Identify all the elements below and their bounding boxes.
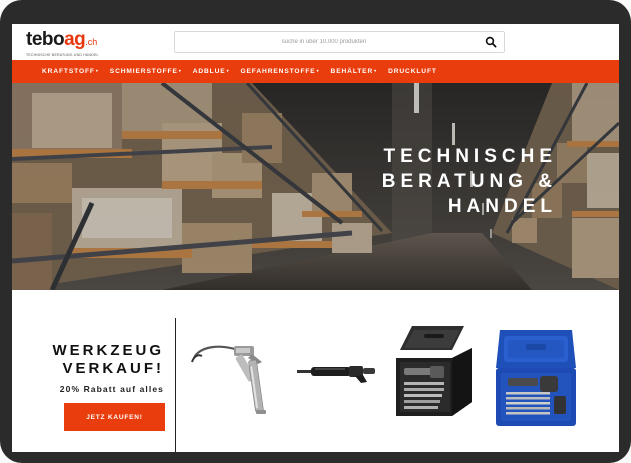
product-image-air-hammer[interactable] <box>295 360 379 384</box>
logo-tagline: TECHNISCHE BERATUNG UND HANDEL <box>26 53 99 57</box>
promo-text-block: WERKZEUG VERKAUF! 20% Rabatt auf alles J… <box>12 290 174 452</box>
nav-item-schmierstoffe[interactable]: SCHMIERSTOFFE ▾ <box>110 68 182 75</box>
hero-heading-line: HANDEL <box>447 196 557 217</box>
nav-label: ADBLUE <box>192 68 226 75</box>
hero-banner: TECHNISCHE BERATUNG & HANDEL <box>12 83 619 290</box>
promo-section: WERKZEUG VERKAUF! 20% Rabatt auf alles J… <box>12 290 619 452</box>
hero-heading-line: BERATUNG & <box>381 171 557 192</box>
nav-item-gefahrenstoffe[interactable]: GEFAHRENSTOFFE ▾ <box>240 68 319 75</box>
promo-divider <box>175 318 176 452</box>
site-logo[interactable]: teboag.ch TECHNISCHE BERATUNG UND HANDEL <box>26 30 99 57</box>
device-frame: teboag.ch TECHNISCHE BERATUNG UND HANDEL… <box>0 0 631 463</box>
logo-tld: .ch <box>85 37 98 47</box>
hero-heading-line: TECHNISCHE <box>383 146 557 167</box>
logo-text-black: tebo <box>26 29 65 50</box>
main-nav: KRAFTSTOFF ▾ SCHMIERSTOFFE ▾ ADBLUE ▾ GEFAH… <box>12 60 619 83</box>
chevron-down-icon: ▾ <box>178 68 182 73</box>
browser-screen: teboag.ch TECHNISCHE BERATUNG UND HANDEL… <box>12 24 619 452</box>
product-image-grease-gun[interactable] <box>190 336 276 416</box>
logo-text-red: ag <box>64 29 86 50</box>
nav-label: GEFAHRENSTOFFE <box>240 68 316 75</box>
nav-label: SCHMIERSTOFFE <box>109 68 178 75</box>
nav-label: KRAFTSTOFF <box>42 68 95 75</box>
promo-title: WERKZEUG VERKAUF! <box>53 342 165 378</box>
product-image-air-hammer-kit-black[interactable] <box>394 322 476 420</box>
chevron-down-icon: ▾ <box>95 68 99 73</box>
search-icon[interactable] <box>485 36 497 48</box>
promo-title-line: WERKZEUG <box>52 342 164 359</box>
search-bar <box>174 31 505 53</box>
nav-item-behaelter[interactable]: BEHÄLTER ▾ <box>331 68 378 75</box>
nav-item-adblue[interactable]: ADBLUE ▾ <box>193 68 230 75</box>
promo-subtitle: 20% Rabatt auf alles <box>59 384 164 394</box>
nav-item-druckluft[interactable]: DRUCKLUFT <box>388 68 437 75</box>
nav-label: BEHÄLTER <box>330 68 374 75</box>
logo-wordmark: teboag.ch <box>26 30 99 52</box>
site-header: teboag.ch TECHNISCHE BERATUNG UND HANDEL <box>12 24 619 60</box>
promo-title-line: VERKAUF! <box>62 360 164 377</box>
nav-label: DRUCKLUFT <box>388 68 437 75</box>
product-image-air-hammer-kit-blue[interactable] <box>496 326 578 428</box>
chevron-down-icon: ▾ <box>226 68 230 73</box>
chevron-down-icon: ▾ <box>374 68 378 73</box>
hero-heading: TECHNISCHE BERATUNG & HANDEL <box>382 144 557 219</box>
nav-item-kraftstoff[interactable]: KRAFTSTOFF ▾ <box>42 68 99 75</box>
chevron-down-icon: ▾ <box>316 68 320 73</box>
buy-now-button[interactable]: JETZ KAUFEN! <box>64 403 165 431</box>
search-input[interactable] <box>179 34 469 49</box>
